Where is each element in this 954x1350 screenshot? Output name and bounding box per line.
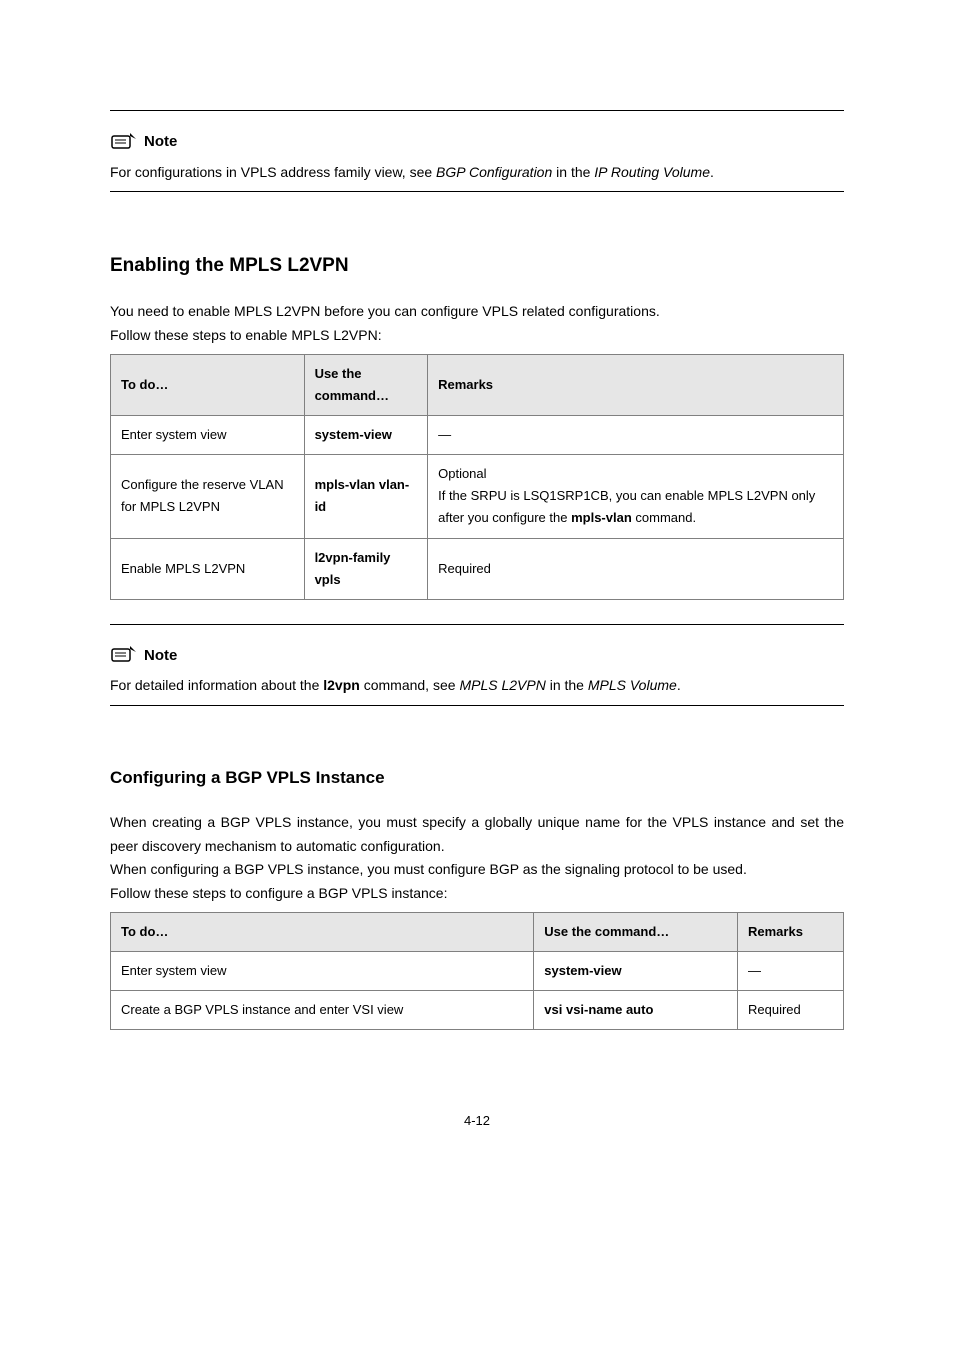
paragraph: Follow these steps to configure a BGP VP… — [110, 882, 844, 906]
config-table: To do… Use the command… Remarks Enter sy… — [110, 354, 844, 600]
table-row: To do… Use the command… Remarks — [111, 912, 844, 951]
table-cell: — — [428, 416, 844, 455]
paragraph: You need to enable MPLS L2VPN before you… — [110, 300, 844, 324]
table-cell: Enter system view — [111, 952, 534, 991]
table-row: To do… Use the command… Remarks — [111, 354, 844, 415]
note-block: Note For configurations in VPLS address … — [110, 129, 844, 185]
text-fragment: . — [710, 164, 714, 180]
table-row: Enter system view system-view — — [111, 416, 844, 455]
note-text: For detailed information about the l2vpn… — [110, 672, 844, 699]
text-fragment: . — [677, 677, 681, 693]
text-fragment: BGP Configuration — [436, 164, 552, 180]
text-fragment: command. — [632, 510, 696, 525]
config-table: To do… Use the command… Remarks Enter sy… — [110, 912, 844, 1030]
text-fragment: IP Routing Volume — [594, 164, 710, 180]
col-header: Use the command… — [304, 354, 428, 415]
text-fragment: command, see — [360, 677, 460, 693]
command-text: vsi vsi-name auto — [544, 1002, 653, 1017]
table-cell: Required — [738, 991, 844, 1030]
table-cell: Optional If the SRPU is LSQ1SRP1CB, you … — [428, 455, 844, 538]
table-cell: Required — [428, 538, 844, 599]
note-label: Note — [144, 643, 177, 669]
text-fragment: in the — [546, 677, 588, 693]
text-fragment: MPLS Volume — [588, 677, 677, 693]
command-text: mpls-vlan vlan-id — [315, 477, 410, 514]
note-block: Note For detailed information about the … — [110, 643, 844, 699]
table-cell: l2vpn-family vpls — [304, 538, 428, 599]
page-number: 4-12 — [110, 1110, 844, 1132]
note-text: For configurations in VPLS address famil… — [110, 159, 844, 186]
text-fragment: in the — [552, 164, 594, 180]
command-text: l2vpn-family vpls — [315, 550, 391, 587]
table-row: Enable MPLS L2VPN l2vpn-family vpls Requ… — [111, 538, 844, 599]
table-cell: Enter system view — [111, 416, 305, 455]
table-row: Configure the reserve VLAN for MPLS L2VP… — [111, 455, 844, 538]
command-text: system-view — [315, 427, 392, 442]
table-cell: vsi vsi-name auto — [534, 991, 738, 1030]
note-icon — [110, 131, 138, 153]
table-cell: system-view — [304, 416, 428, 455]
table-row: Create a BGP VPLS instance and enter VSI… — [111, 991, 844, 1030]
col-header: To do… — [111, 354, 305, 415]
text-fragment: For configurations in VPLS address famil… — [110, 164, 436, 180]
command-text: mpls-vlan — [571, 510, 632, 525]
command-text: system-view — [544, 963, 621, 978]
paragraph: Follow these steps to enable MPLS L2VPN: — [110, 324, 844, 348]
col-header: Use the command… — [534, 912, 738, 951]
section-heading: Configuring a BGP VPLS Instance — [110, 764, 844, 793]
col-header: Remarks — [428, 354, 844, 415]
table-cell: system-view — [534, 952, 738, 991]
section-heading: Enabling the MPLS L2VPN — [110, 250, 844, 282]
text-fragment: MPLS L2VPN — [459, 677, 545, 693]
table-row: Enter system view system-view — — [111, 952, 844, 991]
note-icon — [110, 644, 138, 666]
table-cell: Enable MPLS L2VPN — [111, 538, 305, 599]
paragraph: When configuring a BGP VPLS instance, yo… — [110, 858, 844, 882]
table-cell: mpls-vlan vlan-id — [304, 455, 428, 538]
table-cell: — — [738, 952, 844, 991]
col-header: Remarks — [738, 912, 844, 951]
note-label: Note — [144, 129, 177, 155]
table-cell: Create a BGP VPLS instance and enter VSI… — [111, 991, 534, 1030]
paragraph: When creating a BGP VPLS instance, you m… — [110, 811, 844, 859]
col-header: To do… — [111, 912, 534, 951]
command-text: l2vpn — [323, 677, 360, 693]
table-cell: Configure the reserve VLAN for MPLS L2VP… — [111, 455, 305, 538]
text-fragment: For detailed information about the — [110, 677, 323, 693]
